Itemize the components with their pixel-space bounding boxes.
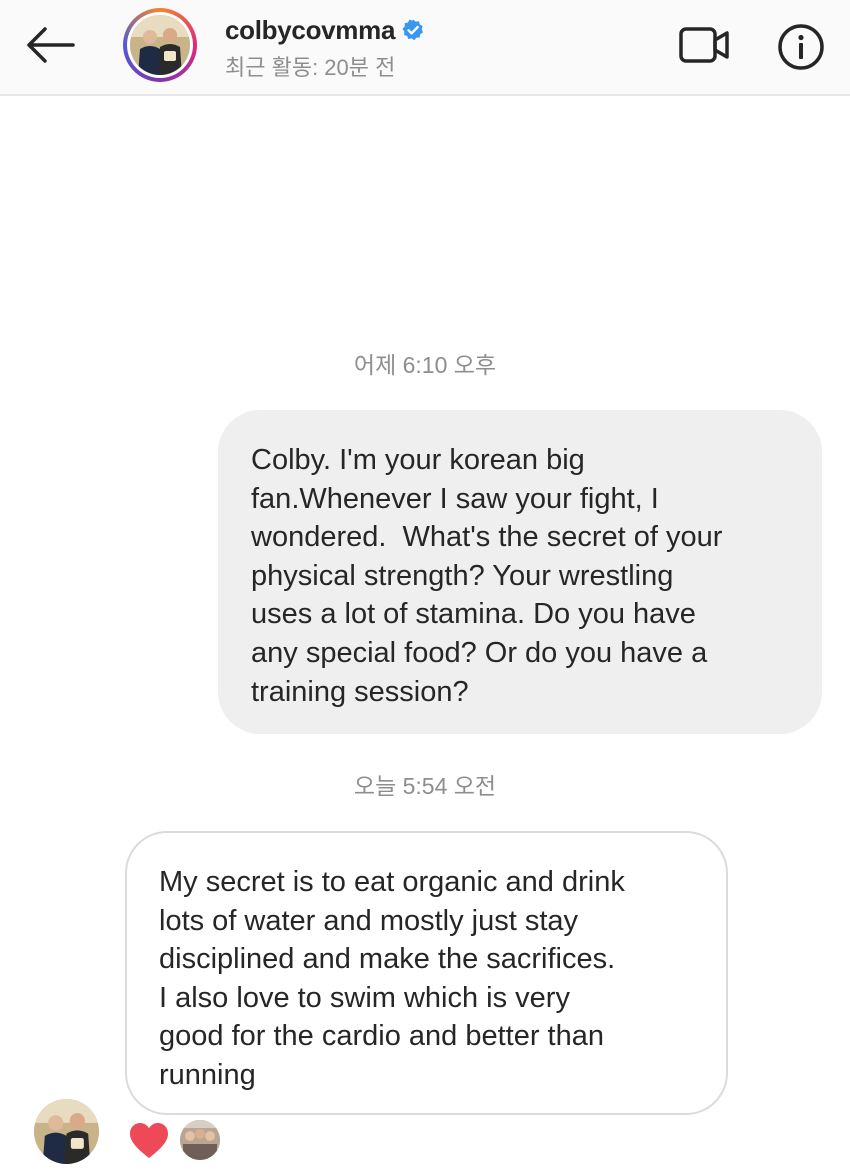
activity-status: 최근 활동: 20분 전 [225,55,396,80]
message-timestamp: 오늘 5:54 오전 [353,773,497,799]
received-message-bubble[interactable]: My secret is to eat organic and drink lo… [125,831,728,1115]
info-icon [778,24,824,70]
sender-avatar[interactable] [34,1099,99,1164]
heart-icon[interactable] [128,1121,170,1161]
thread-header: colbycovmma 최근 활동: 20분 전 [0,0,850,96]
username: colbycovmma [225,14,396,45]
sent-message-bubble[interactable]: Colby. I'm your korean big fan.Whenever … [218,410,822,734]
profile-avatar[interactable] [123,8,197,82]
info-button[interactable] [776,22,826,72]
message-timestamp: 어제 6:10 오후 [353,352,497,378]
profile-photo [130,15,190,75]
dm-thread-screen: colbycovmma 최근 활동: 20분 전 어제 6:10 오후 Colb… [0,0,850,1172]
video-call-button[interactable] [676,22,732,68]
verified-badge-icon [401,18,425,42]
username-row[interactable]: colbycovmma [225,12,425,48]
arrow-left-icon [27,27,75,63]
back-button[interactable] [18,18,80,72]
video-call-icon [679,27,729,63]
reactor-avatar[interactable] [180,1120,220,1160]
